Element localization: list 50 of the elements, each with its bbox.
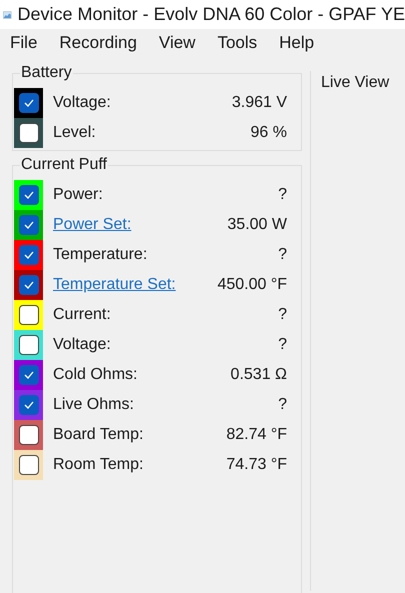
row-value: ? — [278, 335, 287, 355]
checkbox[interactable] — [18, 215, 38, 235]
row-value: 3.961 V — [232, 93, 287, 113]
label-link[interactable]: Power Set: — [53, 213, 132, 237]
checkbox[interactable] — [18, 335, 38, 355]
row-value: 35.00 W — [227, 215, 287, 235]
row-label: Board Temp: — [53, 425, 144, 445]
menu-item[interactable]: Help — [279, 30, 314, 56]
checkbox[interactable] — [18, 455, 38, 475]
check-icon — [24, 401, 34, 409]
row-label: Room Temp: — [53, 455, 144, 475]
checkbox[interactable] — [18, 365, 38, 385]
row-value: ? — [278, 395, 287, 415]
row-label: Current: — [53, 305, 111, 325]
checkbox[interactable] — [18, 425, 38, 445]
check-icon — [24, 251, 34, 259]
row-value: ? — [278, 185, 287, 205]
checkbox[interactable] — [18, 275, 38, 295]
label-link[interactable]: Temperature Set: — [53, 273, 176, 297]
checkbox[interactable] — [18, 123, 38, 143]
row-label: Power: — [53, 185, 103, 205]
row-label: Voltage: — [53, 335, 111, 355]
menu-item[interactable]: Tools — [217, 30, 258, 56]
row-label: Live Ohms: — [53, 395, 134, 415]
menu-item[interactable]: Recording — [59, 30, 137, 56]
checkbox[interactable] — [18, 305, 38, 325]
row-value: 96 % — [250, 123, 287, 143]
row-value: ? — [278, 245, 287, 265]
check-icon — [24, 371, 34, 379]
checkbox[interactable] — [18, 245, 38, 265]
checkbox[interactable] — [18, 93, 38, 113]
row-value: ? — [278, 305, 287, 325]
window-title: Device Monitor - Evolv DNA 60 Color - GPAF YE — [18, 3, 405, 26]
checkbox[interactable] — [18, 395, 38, 415]
row-label: Temperature: — [53, 245, 148, 265]
row-label: Level: — [53, 123, 96, 143]
panel-title: Live View — [321, 74, 390, 91]
row-value: 74.73 °F — [226, 455, 287, 475]
menu-item[interactable]: File — [10, 30, 38, 56]
check-icon — [24, 191, 34, 199]
row-value: 82.74 °F — [226, 425, 287, 445]
row-value: 0.531 Ω — [230, 365, 287, 385]
checkbox[interactable] — [18, 185, 38, 205]
row-value: 450.00 °F — [217, 275, 287, 295]
check-icon — [24, 99, 34, 107]
row-label: Voltage: — [53, 93, 111, 113]
row-label: Cold Ohms: — [53, 365, 138, 385]
check-icon — [24, 281, 34, 289]
check-icon — [24, 221, 34, 229]
menu-item[interactable]: View — [158, 30, 196, 56]
